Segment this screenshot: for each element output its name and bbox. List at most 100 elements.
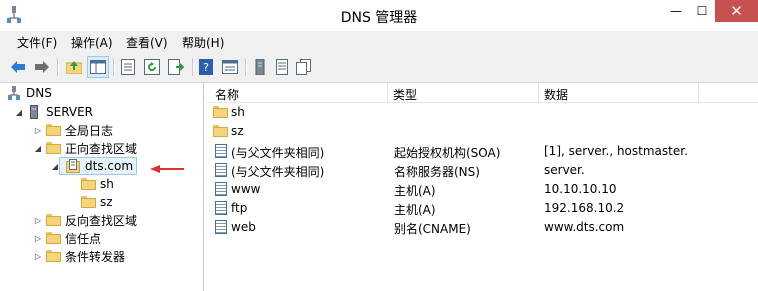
table-row[interactable]: web 别名(CNAME) www.dts.com (207, 218, 758, 237)
tree-node-sz[interactable]: sz (78, 193, 113, 211)
row-data: server. (544, 163, 585, 177)
record-icon (215, 220, 227, 234)
row-type: 主机(A) (394, 184, 436, 198)
tree-node-zone-dts[interactable]: ◢ dts.com (50, 157, 138, 175)
export-icon (168, 59, 184, 75)
title-bar: DNS 管理器 — ☐ ✕ (0, 0, 758, 31)
tree-node-forward-zones[interactable]: ◢ 正向查找区域 (33, 139, 137, 157)
folder-icon (213, 125, 228, 137)
record-icon (215, 144, 227, 158)
expanded-arrow-icon[interactable]: ◢ (33, 144, 43, 153)
server-button[interactable] (250, 57, 270, 77)
list-icon (276, 59, 288, 75)
tree-pane: DNS ◢ SERVER ▷ 全局日志 ◢ 正向查找区域 ◢ dts.com s… (0, 83, 204, 291)
tree-node-trust-points[interactable]: ▷ 信任点 (33, 229, 101, 247)
tree-label-forward-zones: 正向查找区域 (65, 141, 138, 156)
row-name: sh (231, 105, 245, 119)
column-type[interactable]: 类型 (393, 86, 417, 102)
up-button[interactable] (64, 57, 84, 77)
row-data: 192.168.10.2 (544, 201, 625, 215)
folder-icon (45, 213, 61, 227)
forward-icon (35, 61, 49, 73)
menu-help[interactable]: 帮助(H) (182, 34, 224, 51)
show-tree-button[interactable] (87, 56, 109, 78)
collapsed-arrow-icon[interactable]: ▷ (33, 252, 43, 261)
dns-icon (6, 86, 22, 100)
help-button[interactable]: ? (196, 57, 216, 77)
back-button[interactable] (8, 57, 28, 77)
show-tree-icon (90, 60, 106, 74)
view-button[interactable] (220, 57, 240, 77)
collapsed-arrow-icon[interactable]: ▷ (33, 216, 43, 225)
tree-label-server: SERVER (46, 105, 94, 119)
row-name: sz (231, 124, 244, 138)
row-data: [1], server., hostmaster. (544, 144, 688, 158)
expanded-arrow-icon[interactable]: ◢ (50, 162, 60, 171)
refresh-icon (144, 59, 160, 75)
toolbar: ? (0, 52, 758, 83)
properties-icon (121, 59, 135, 75)
tree-label-conditional-forwarders: 条件转发器 (65, 249, 126, 264)
tree-node-reverse-zones[interactable]: ▷ 反向查找区域 (33, 211, 137, 229)
tree-node-sh[interactable]: sh (78, 175, 114, 193)
menu-action[interactable]: 操作(A) (71, 34, 113, 51)
collapsed-arrow-icon[interactable]: ▷ (33, 126, 43, 135)
table-row[interactable]: ftp 主机(A) 192.168.10.2 (207, 199, 758, 218)
table-row[interactable]: www 主机(A) 10.10.10.10 (207, 180, 758, 199)
zone-file-icon (65, 159, 81, 173)
tree-node-global-logs[interactable]: ▷ 全局日志 (33, 121, 113, 139)
row-name: ftp (231, 201, 248, 215)
expanded-arrow-icon[interactable]: ◢ (14, 108, 24, 117)
annotation-arrow-icon (150, 165, 184, 173)
collapsed-arrow-icon[interactable]: ▷ (33, 234, 43, 243)
folder-icon (80, 177, 96, 191)
window-title: DNS 管理器 (340, 10, 418, 26)
refresh-button[interactable] (142, 57, 162, 77)
close-button[interactable]: ✕ (715, 0, 758, 22)
svg-text:?: ? (203, 61, 209, 74)
menu-view[interactable]: 查看(V) (126, 34, 168, 51)
export-button[interactable] (166, 57, 186, 77)
menu-file[interactable]: 文件(F) (17, 34, 57, 51)
minimize-icon: — (670, 4, 682, 18)
properties-button[interactable] (118, 57, 138, 77)
tree-node-conditional-forwarders[interactable]: ▷ 条件转发器 (33, 247, 125, 265)
maximize-button[interactable]: ☐ (689, 0, 715, 22)
close-icon: ✕ (730, 2, 743, 20)
record-icon (215, 201, 227, 215)
tree-label-sh: sh (100, 177, 114, 191)
table-row[interactable]: (与父文件夹相同) 起始授权机构(SOA) [1], server., host… (207, 142, 758, 161)
selected-zone[interactable]: dts.com (58, 157, 138, 175)
copy-button[interactable] (294, 57, 314, 77)
tree-label-reverse-zones: 反向查找区域 (65, 213, 138, 228)
row-type: 名称服务器(NS) (394, 165, 480, 179)
record-icon (215, 182, 227, 196)
back-icon (11, 61, 25, 73)
list-button[interactable] (272, 57, 292, 77)
up-folder-icon (66, 61, 82, 74)
tree-label-sz: sz (100, 195, 113, 209)
row-name: web (231, 220, 256, 234)
row-name: www (231, 182, 261, 196)
server-icon (26, 105, 42, 119)
records-list: 名称 类型 数据 sh sz (与父文件夹相同) 起始授权机构(SOA) [1]… (207, 83, 758, 291)
folder-icon (45, 123, 61, 137)
forward-button[interactable] (32, 57, 52, 77)
row-type: 别名(CNAME) (394, 222, 471, 236)
column-data[interactable]: 数据 (544, 86, 568, 102)
tree-label-dns: DNS (26, 86, 52, 100)
tree-label-zone: dts.com (85, 159, 134, 173)
minimize-button[interactable]: — (663, 0, 689, 22)
tree-label-global-logs: 全局日志 (65, 123, 114, 138)
folder-icon (45, 231, 61, 245)
table-row[interactable]: sh (207, 103, 758, 122)
server-icon (255, 59, 265, 75)
table-row[interactable]: (与父文件夹相同) 名称服务器(NS) server. (207, 161, 758, 180)
table-row[interactable]: sz (207, 122, 758, 141)
list-header: 名称 类型 数据 (207, 83, 758, 103)
tree-node-dns[interactable]: DNS (4, 84, 52, 102)
folder-icon (45, 141, 61, 155)
column-name[interactable]: 名称 (215, 86, 239, 102)
tree-node-server[interactable]: ◢ SERVER (14, 103, 93, 121)
maximize-icon: ☐ (696, 4, 708, 18)
